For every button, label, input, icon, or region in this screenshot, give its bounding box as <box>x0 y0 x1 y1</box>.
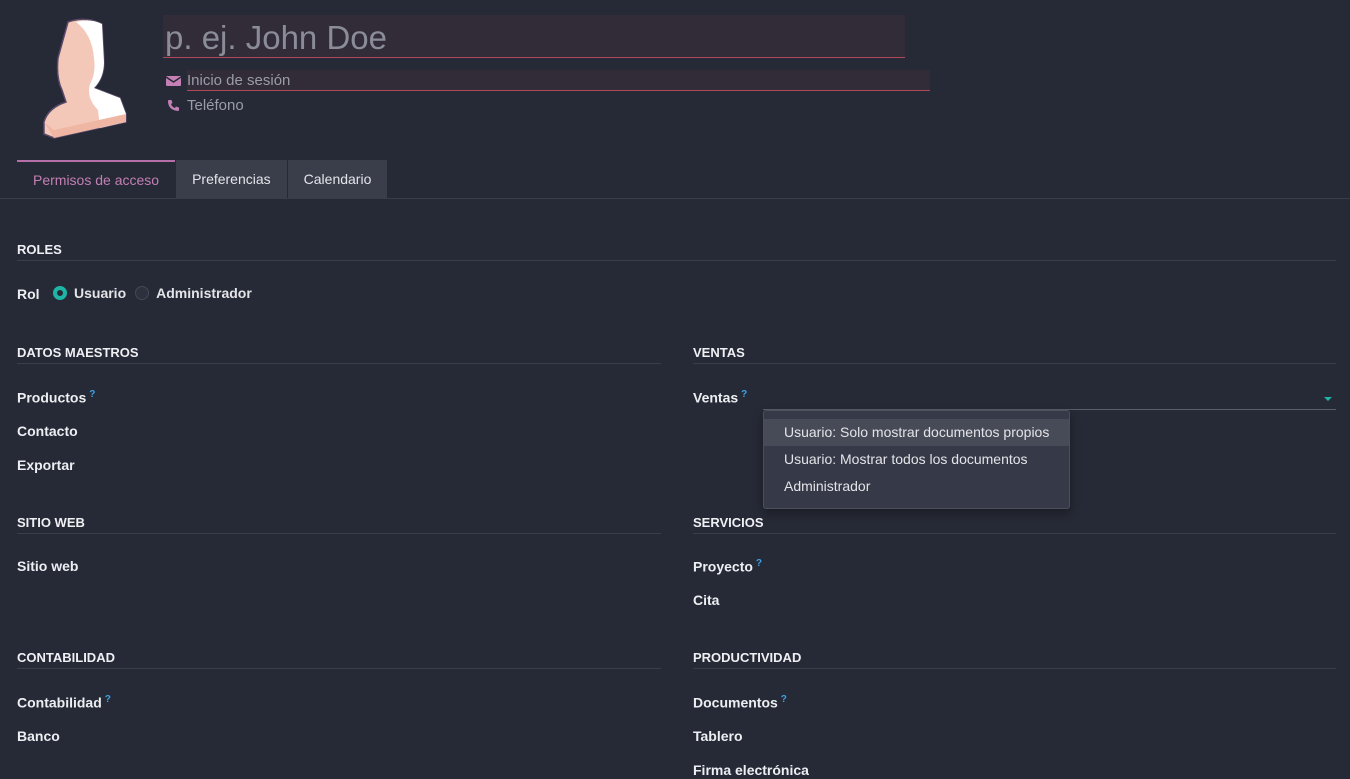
field-cita: Cita <box>693 592 720 608</box>
ventas-select[interactable] <box>763 389 1336 410</box>
section-title-sitio-web: SITIO WEB <box>17 515 661 534</box>
tab-preferencias[interactable]: Preferencias <box>176 160 287 198</box>
dropdown-option-administrador[interactable]: Administrador <box>764 473 1069 500</box>
field-banco: Banco <box>17 728 60 744</box>
section-title-servicios: SERVICIOS <box>693 515 1336 534</box>
help-icon[interactable]: ? <box>756 558 762 569</box>
field-contacto: Contacto <box>17 423 78 439</box>
dropdown-option-todos-documentos[interactable]: Usuario: Mostrar todos los documentos <box>764 446 1069 473</box>
help-icon[interactable]: ? <box>741 389 747 400</box>
field-proyecto: Proyecto? <box>693 558 762 575</box>
login-input[interactable]: Inicio de sesión <box>187 70 930 91</box>
dropdown-option-solo-propios[interactable]: Usuario: Solo mostrar documentos propios <box>764 419 1069 446</box>
help-icon[interactable]: ? <box>781 694 787 705</box>
tab-divider <box>0 198 1350 199</box>
field-documentos: Documentos? <box>693 694 787 711</box>
login-row: Inicio de sesión <box>165 70 930 91</box>
field-sitio-web: Sitio web <box>17 558 79 574</box>
field-contabilidad-label: Contabilidad <box>17 694 102 711</box>
role-option-administrador-label: Administrador <box>156 285 252 301</box>
section-title-productividad: PRODUCTIVIDAD <box>693 650 1336 669</box>
role-option-administrador[interactable]: Administrador <box>135 285 252 301</box>
phone-input[interactable]: Teléfono <box>187 97 244 114</box>
help-icon[interactable]: ? <box>105 694 111 705</box>
section-title-datos-maestros: DATOS MAESTROS <box>17 345 661 364</box>
radio-button-administrador[interactable] <box>135 286 150 300</box>
field-contabilidad: Contabilidad? <box>17 694 111 711</box>
field-exportar: Exportar <box>17 457 75 473</box>
tab-bar: Permisos de acceso Preferencias Calendar… <box>17 160 388 198</box>
field-proyecto-label: Proyecto <box>693 558 753 575</box>
radio-button-usuario[interactable] <box>53 286 67 300</box>
field-ventas: Ventas? <box>693 389 747 406</box>
tab-permisos-de-acceso[interactable]: Permisos de acceso <box>17 160 176 198</box>
envelope-icon <box>165 73 181 89</box>
field-productos-label: Productos <box>17 389 87 406</box>
role-label: Rol <box>17 286 40 302</box>
field-firma-electronica: Firma electrónica <box>693 762 809 778</box>
role-radio-group: Usuario Administrador <box>53 285 261 301</box>
avatar[interactable] <box>40 18 130 140</box>
field-tablero: Tablero <box>693 728 743 744</box>
ventas-dropdown-menu: Usuario: Solo mostrar documentos propios… <box>763 410 1070 509</box>
phone-icon <box>165 98 181 114</box>
field-documentos-label: Documentos <box>693 694 778 711</box>
field-productos: Productos? <box>17 389 95 406</box>
name-input[interactable]: p. ej. John Doe <box>163 15 905 58</box>
section-title-roles: ROLES <box>17 242 1336 261</box>
role-option-usuario[interactable]: Usuario <box>53 285 126 301</box>
section-title-ventas: VENTAS <box>693 345 1336 364</box>
role-option-usuario-label: Usuario <box>74 285 127 301</box>
section-title-contabilidad: CONTABILIDAD <box>17 650 661 669</box>
help-icon[interactable]: ? <box>89 389 95 400</box>
field-ventas-label: Ventas <box>693 389 739 406</box>
caret-down-icon[interactable] <box>1324 397 1332 401</box>
tab-calendario[interactable]: Calendario <box>287 160 388 198</box>
phone-row: Teléfono <box>165 97 244 114</box>
